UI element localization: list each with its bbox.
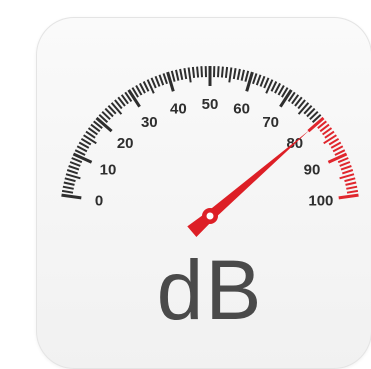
needle-hub-center (206, 212, 214, 220)
gauge-tick-53 (220, 66, 224, 78)
gauge-tick-8 (69, 161, 81, 167)
gauge-tick-4 (64, 177, 76, 183)
gauge-tick-39 (162, 73, 168, 85)
gauge-tick-96 (344, 177, 356, 183)
gauge-tick-97 (345, 181, 357, 186)
gauge-tick-59 (244, 70, 250, 82)
gauge-tick-58 (240, 69, 245, 81)
gauge-tick-75 (297, 102, 310, 115)
gauge-label-20: 20 (117, 135, 134, 152)
gauge-label-0: 0 (95, 192, 103, 209)
gauge-tick-54 (224, 66, 229, 79)
gauge-tick-94 (341, 169, 354, 175)
gauge-tick-42 (175, 69, 180, 81)
unit-label-db: dB (156, 243, 264, 337)
gauge-tick-6 (66, 169, 79, 175)
gauge-tick-1 (61, 189, 74, 194)
gauge-label-100: 100 (308, 192, 333, 209)
gauge-tick-52 (217, 66, 220, 78)
gauge-tick-45 (187, 67, 192, 83)
gauge-label-60: 60 (233, 101, 250, 118)
gauge-tick-93 (340, 165, 352, 171)
gauge-tick-3 (63, 181, 75, 186)
gauge-tick-95 (339, 173, 355, 180)
gauge-tick-47 (196, 66, 200, 78)
gauge-tick-10 (72, 152, 93, 164)
gauge-tick-55 (228, 67, 233, 83)
gauge-tick-37 (154, 75, 161, 87)
gauge-tick-2 (62, 185, 74, 190)
gauge-label-40: 40 (170, 101, 187, 118)
gauge-tick-5 (65, 173, 81, 180)
gauge-tick-25 (110, 102, 123, 115)
gauge-tick-48 (200, 66, 203, 78)
gauge-label-70: 70 (262, 114, 279, 131)
gauge-scale-labels: 0102030405060708090100 (95, 96, 333, 209)
gauge-tick-41 (170, 70, 176, 82)
gauge-tick-66 (270, 81, 278, 92)
gauge-label-30: 30 (141, 114, 158, 131)
gauge-tick-46 (191, 66, 196, 79)
gauge-tick-64 (263, 77, 270, 89)
gauge-label-90: 90 (304, 162, 321, 179)
gauge-tick-99 (346, 189, 359, 194)
gauge-needle (187, 129, 310, 237)
gauge-tick-34 (142, 81, 150, 92)
gauge-tick-90 (327, 152, 348, 164)
gauge-tick-61 (252, 73, 258, 85)
gauge-tick-44 (183, 68, 188, 80)
gauge-tick-43 (179, 68, 184, 80)
gauge-tick-92 (339, 161, 351, 167)
gauge-tick-0 (61, 193, 82, 200)
gauge-tick-62 (255, 74, 262, 86)
gauge-tick-100 (338, 193, 359, 200)
gauge-tick-63 (259, 75, 266, 87)
gauge-tick-7 (68, 165, 80, 171)
gauge-tick-36 (150, 77, 157, 89)
gauge-tick-56 (232, 68, 237, 80)
gauge-label-10: 10 (100, 162, 117, 179)
gauge-tick-57 (236, 68, 241, 80)
gauge-tick-98 (346, 185, 358, 190)
gauge-label-50: 50 (202, 96, 219, 113)
gauge-tick-38 (158, 74, 165, 86)
